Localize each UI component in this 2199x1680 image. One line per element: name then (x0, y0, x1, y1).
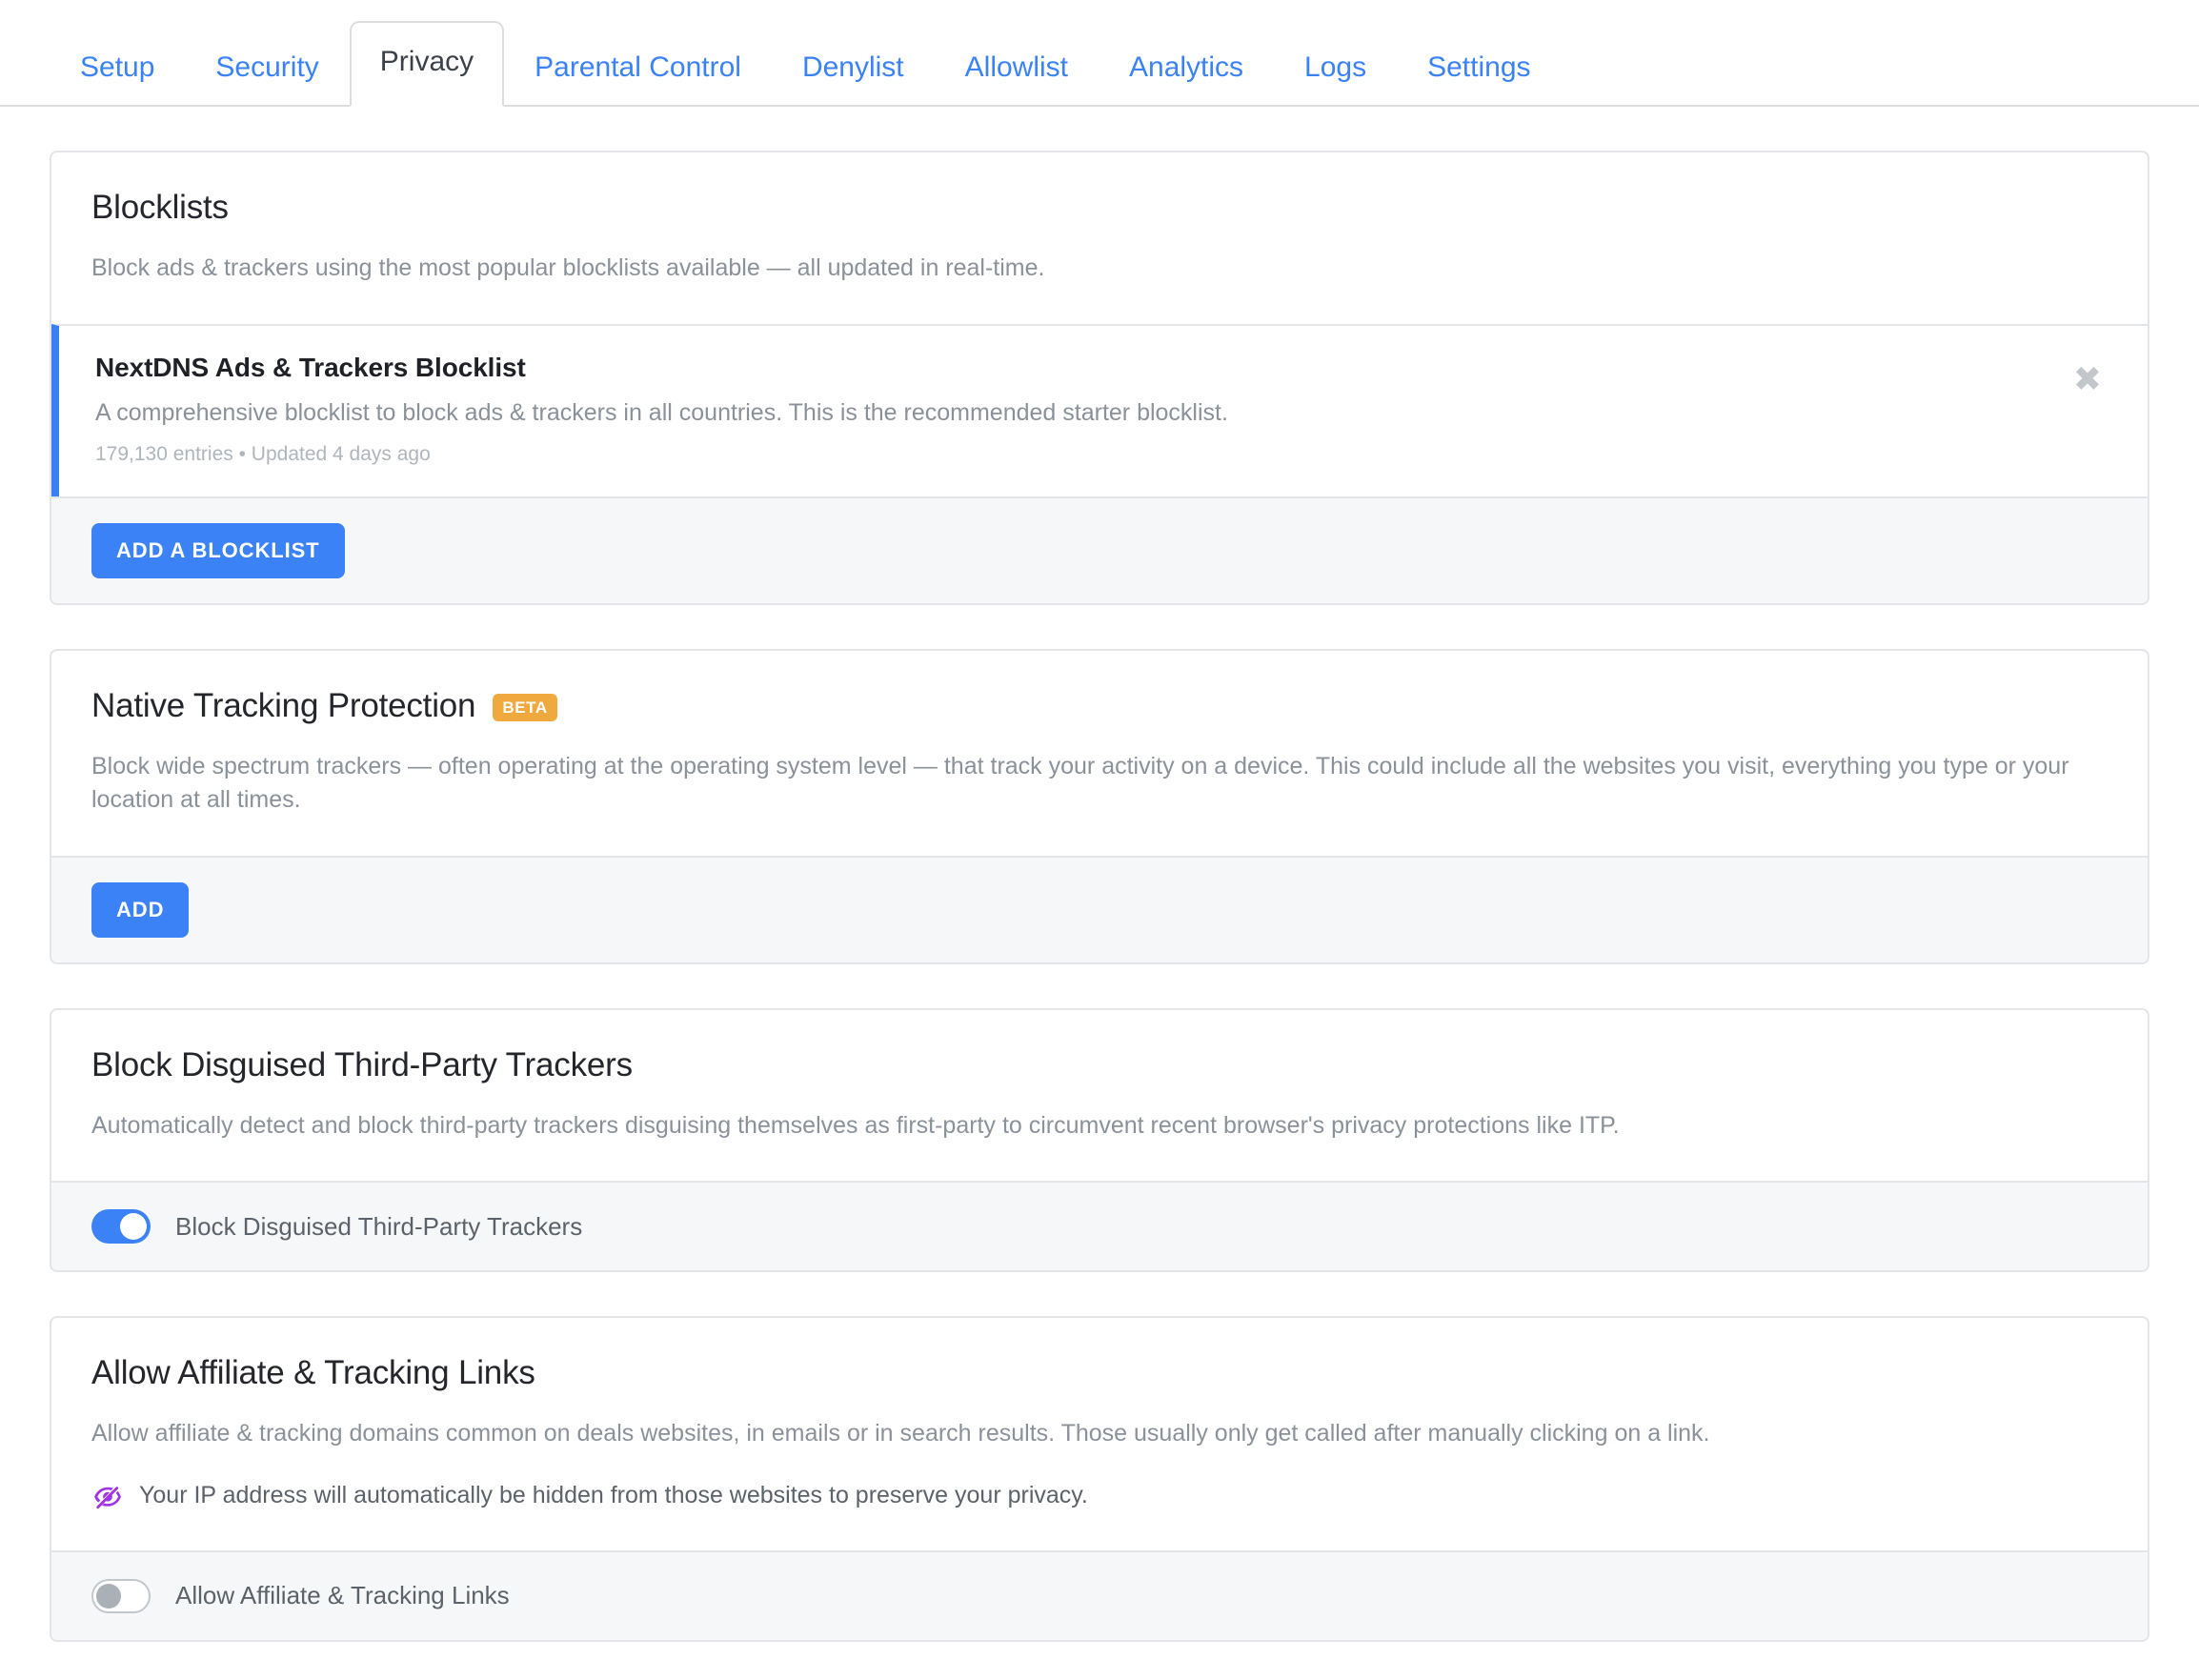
allow-affiliate-description: Allow affiliate & tracking domains commo… (91, 1420, 1710, 1447)
blocklists-title: Blocklists (91, 189, 229, 226)
native-tracking-title: Native Tracking Protection (91, 686, 476, 724)
native-tracking-footer: ADD (51, 855, 2148, 962)
tab-parental-control[interactable]: Parental Control (504, 30, 772, 107)
block-disguised-toggle-label: Block Disguised Third-Party Trackers (175, 1211, 583, 1241)
allow-affiliate-links-card: Allow Affiliate & Tracking Links Allow a… (50, 1316, 2149, 1642)
allow-affiliate-note-text: Your IP address will automatically be hi… (139, 1482, 1088, 1508)
block-disguised-toggle[interactable] (91, 1209, 151, 1244)
tab-analytics[interactable]: Analytics (1099, 30, 1274, 107)
allow-affiliate-note: Your IP address will automatically be hi… (91, 1480, 2108, 1512)
blocklists-header: Blocklists Block ads & trackers using th… (51, 152, 2148, 324)
block-disguised-header: Block Disguised Third-Party Trackers Aut… (51, 1010, 2148, 1182)
beta-badge: BETA (493, 694, 557, 721)
close-icon[interactable]: ✖ (2068, 358, 2108, 400)
native-tracking-protection-card: Native Tracking Protection BETA Block wi… (50, 648, 2149, 964)
tab-setup[interactable]: Setup (50, 30, 185, 107)
tab-logs[interactable]: Logs (1274, 30, 1397, 107)
allow-affiliate-header: Allow Affiliate & Tracking Links Allow a… (51, 1318, 2148, 1550)
add-button[interactable]: ADD (91, 881, 190, 938)
tab-denylist[interactable]: Denylist (772, 30, 935, 107)
privacy-settings-content: Blocklists Block ads & trackers using th… (0, 151, 2199, 1642)
tab-privacy[interactable]: Privacy (349, 21, 505, 107)
blocklist-row-content: NextDNS Ads & Trackers Blocklist A compr… (95, 353, 2068, 466)
tab-security[interactable]: Security (185, 30, 349, 107)
block-disguised-title: Block Disguised Third-Party Trackers (91, 1045, 633, 1083)
blocklist-row[interactable]: NextDNS Ads & Trackers Blocklist A compr… (51, 323, 2148, 496)
blocklists-card: Blocklists Block ads & trackers using th… (50, 151, 2149, 605)
allow-affiliate-toggle-row[interactable]: Allow Affiliate & Tracking Links (51, 1549, 2148, 1640)
eye-slash-icon (94, 1486, 121, 1508)
blocklists-footer: ADD A BLOCKLIST (51, 496, 2148, 603)
allow-affiliate-title: Allow Affiliate & Tracking Links (91, 1354, 535, 1391)
allow-affiliate-toggle-label: Allow Affiliate & Tracking Links (175, 1581, 510, 1609)
blocklist-description: A comprehensive blocklist to block ads &… (95, 398, 1228, 426)
blocklist-meta: 179,130 entries • Updated 4 days ago (95, 442, 431, 465)
native-tracking-header: Native Tracking Protection BETA Block wi… (51, 651, 2148, 856)
block-disguised-description: Automatically detect and block third-par… (91, 1111, 1620, 1139)
blocklists-description: Block ads & trackers using the most popu… (91, 254, 1045, 281)
native-tracking-description: Block wide spectrum trackers — often ope… (91, 752, 2069, 814)
block-disguised-toggle-row[interactable]: Block Disguised Third-Party Trackers (51, 1181, 2148, 1270)
tab-settings[interactable]: Settings (1397, 30, 1561, 107)
tab-allowlist[interactable]: Allowlist (935, 30, 1099, 107)
allow-affiliate-toggle[interactable] (91, 1578, 151, 1613)
block-disguised-trackers-card: Block Disguised Third-Party Trackers Aut… (50, 1007, 2149, 1272)
add-a-blocklist-button[interactable]: ADD A BLOCKLIST (91, 522, 345, 578)
tab-bar: Setup Security Privacy Parental Control … (0, 0, 2199, 107)
blocklist-name: NextDNS Ads & Trackers Blocklist (95, 352, 526, 382)
native-tracking-title-row: Native Tracking Protection BETA (91, 687, 2108, 725)
